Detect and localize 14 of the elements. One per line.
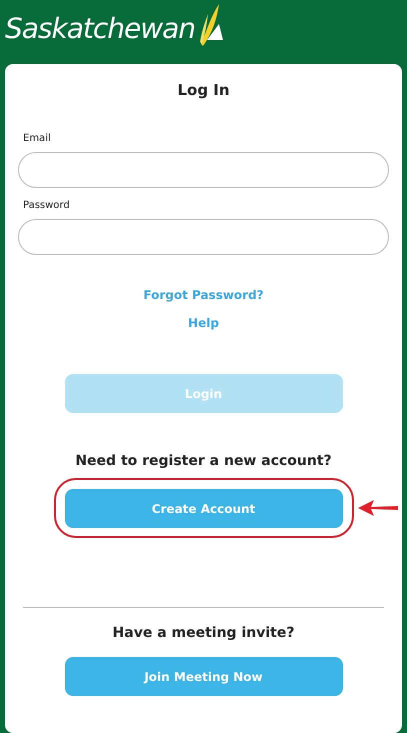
logo-text: Saskatchewan [5, 12, 196, 45]
arrow-icon [358, 500, 398, 516]
register-prompt: Need to register a new account? [75, 453, 332, 469]
title: Log In [177, 81, 230, 99]
wheat-logo-icon [199, 2, 226, 46]
meeting-prompt: Have a meeting invite? [112, 625, 294, 641]
join-meeting-button[interactable]: Join Meeting Now [64, 657, 342, 696]
input-field[interactable] [18, 152, 389, 188]
link[interactable]: Forgot Password? [143, 288, 264, 302]
input-field[interactable] [18, 219, 389, 255]
create-account-button[interactable]: Create Account [64, 489, 342, 528]
link[interactable]: Help [188, 316, 219, 330]
field-label: Password [23, 200, 71, 211]
field-label: Email [23, 133, 52, 144]
